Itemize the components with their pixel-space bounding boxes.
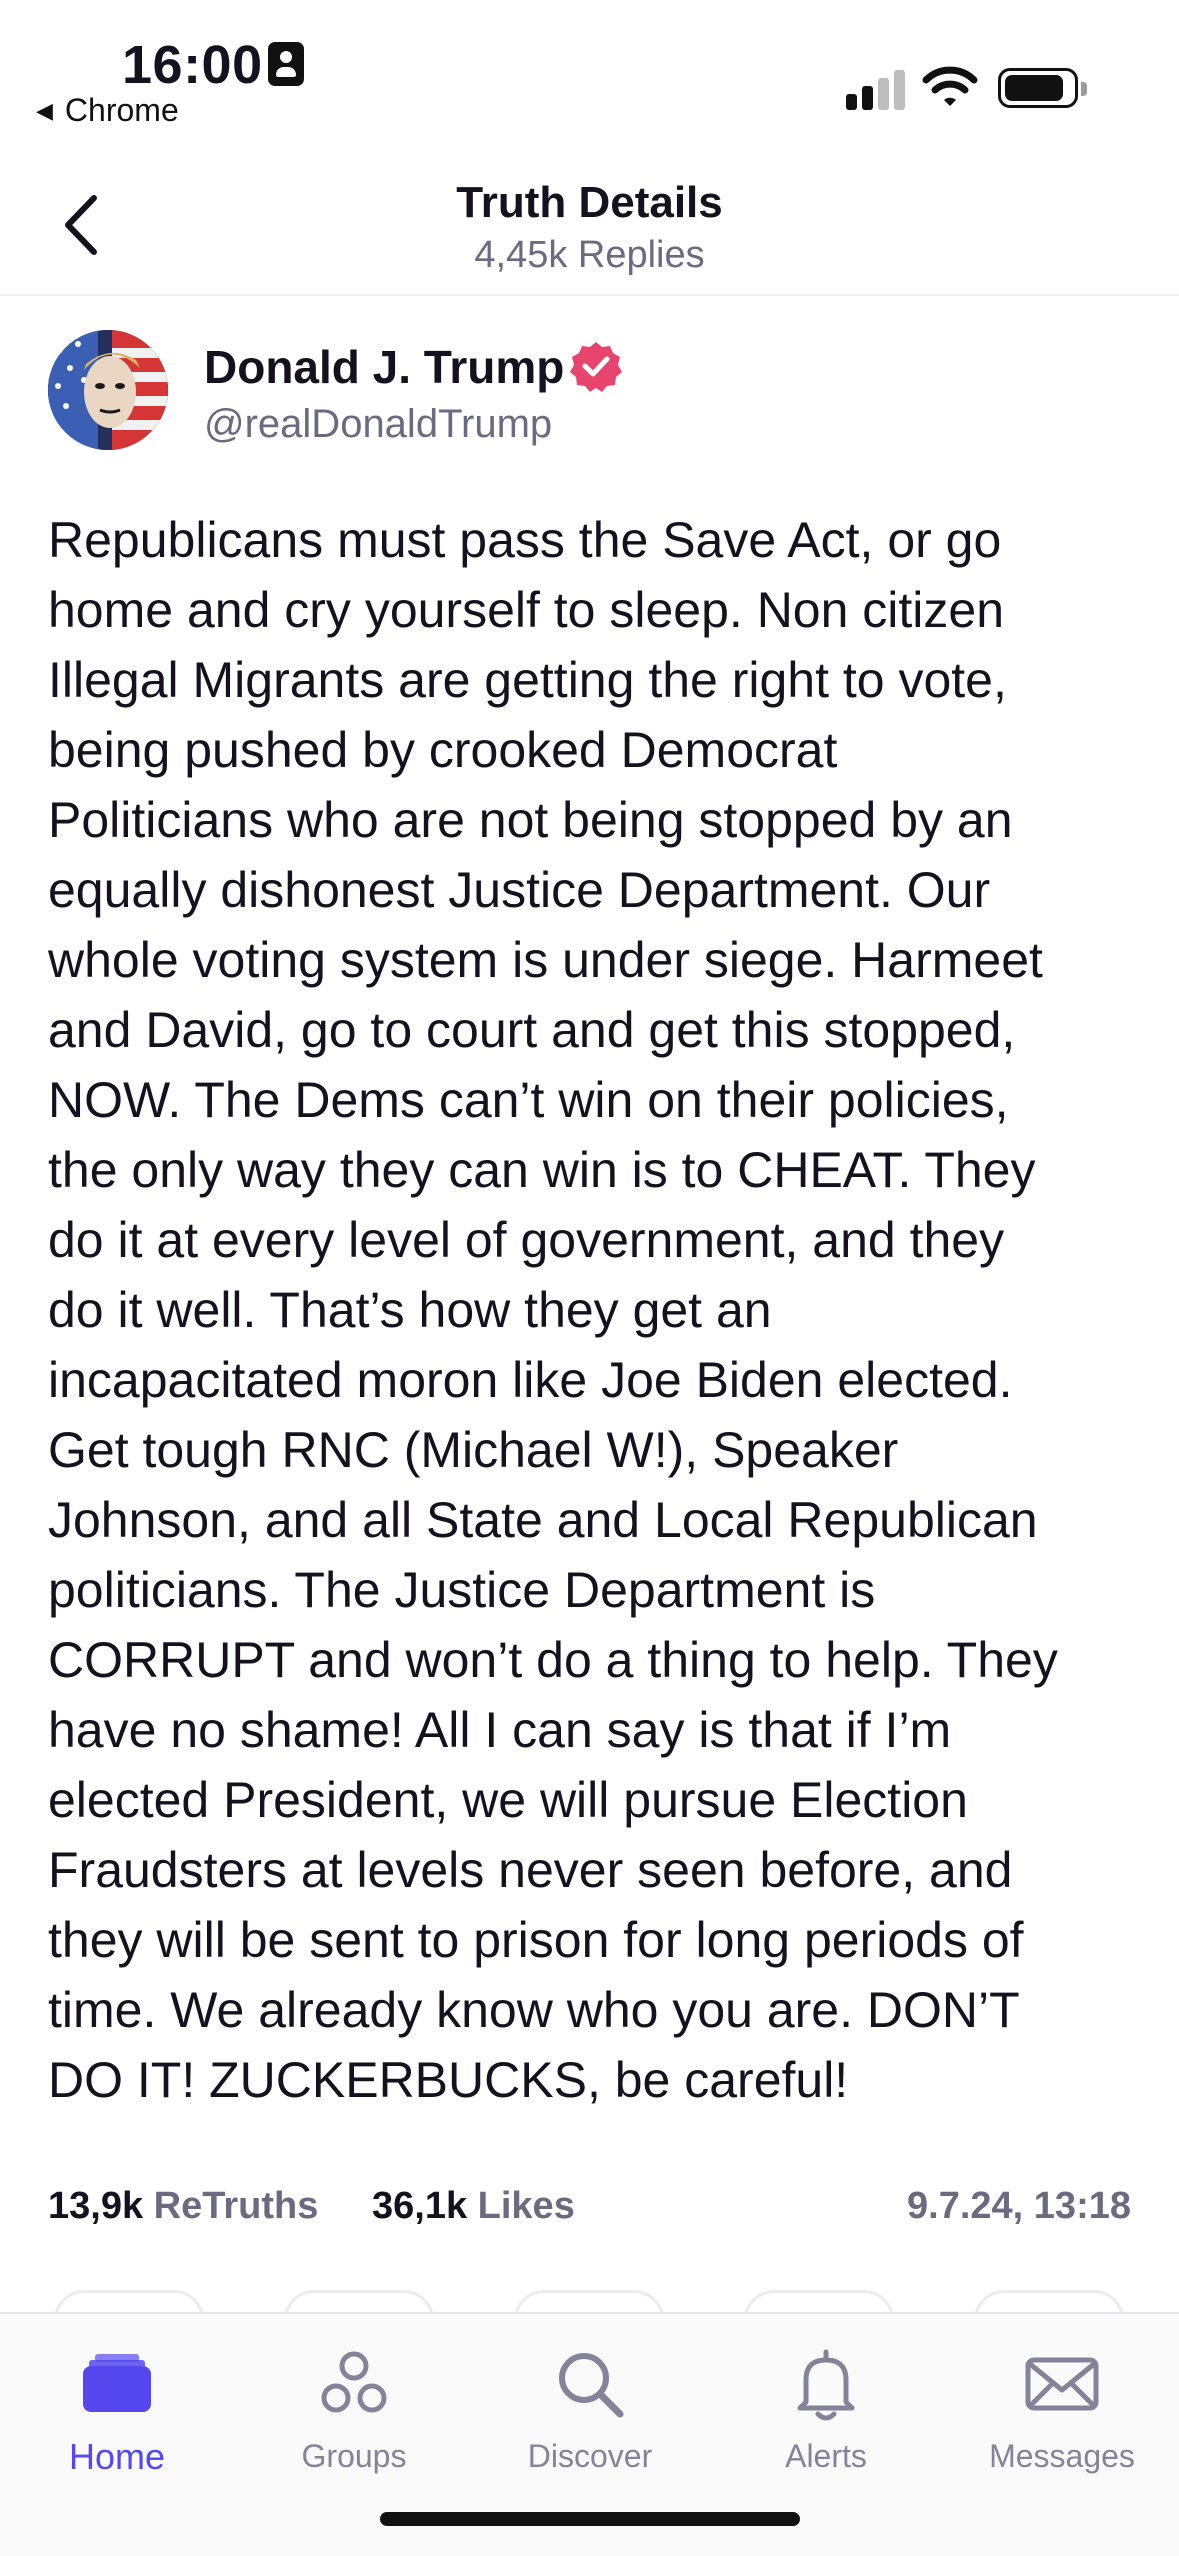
tab-groups[interactable]: Groups bbox=[254, 2344, 454, 2475]
avatar-image bbox=[48, 330, 168, 450]
retruths-count: 13,9k bbox=[48, 2185, 144, 2227]
contact-card-icon bbox=[268, 42, 304, 86]
tab-home[interactable]: Home bbox=[17, 2344, 217, 2478]
post-text: Republicans must pass the Save Act, or g… bbox=[48, 512, 1058, 2108]
retruths-stat[interactable]: 13,9k ReTruths bbox=[48, 2185, 318, 2228]
avatar[interactable] bbox=[48, 330, 168, 450]
battery-fill bbox=[1005, 75, 1063, 101]
search-icon bbox=[559, 2353, 624, 2418]
envelope-icon bbox=[1025, 2357, 1099, 2411]
battery-icon bbox=[998, 68, 1087, 108]
tab-messages[interactable]: Messages bbox=[962, 2344, 1162, 2475]
retruths-label: ReTruths bbox=[153, 2185, 319, 2227]
status-time: 16:00 bbox=[122, 35, 263, 95]
replies-count[interactable]: 4,45k Replies bbox=[0, 234, 1179, 277]
back-to-app-link[interactable]: ◀ Chrome bbox=[36, 92, 179, 129]
likes-count: 36,1k bbox=[372, 2185, 468, 2227]
tab-home-label: Home bbox=[68, 2436, 166, 2477]
groups-icon bbox=[321, 2351, 387, 2413]
likes-label: Likes bbox=[477, 2185, 575, 2227]
cellular-signal-icon bbox=[846, 68, 906, 110]
tab-alerts[interactable]: Alerts bbox=[726, 2344, 926, 2475]
home-stack-icon bbox=[83, 2354, 151, 2412]
tab-discover[interactable]: Discover bbox=[490, 2344, 690, 2475]
bell-icon bbox=[797, 2349, 855, 2421]
page-title: Truth Details bbox=[456, 178, 723, 227]
header: Truth Details 4,45k Replies bbox=[0, 150, 1179, 296]
back-triangle-icon: ◀ bbox=[36, 97, 53, 123]
likes-stat[interactable]: 36,1k Likes bbox=[372, 2185, 575, 2228]
tab-messages-label: Messages bbox=[989, 2438, 1135, 2474]
tab-alerts-label: Alerts bbox=[785, 2438, 867, 2474]
post-timestamp: 9.7.24, 13:18 bbox=[907, 2185, 1131, 2227]
author-handle[interactable]: @realDonaldTrump bbox=[204, 402, 552, 447]
tab-discover-label: Discover bbox=[527, 2438, 653, 2474]
status-bar: 16:00 ◀ Chrome bbox=[0, 0, 1179, 150]
back-app-label: Chrome bbox=[64, 92, 179, 128]
home-indicator[interactable] bbox=[380, 2512, 800, 2526]
author-name[interactable]: Donald J. Trump bbox=[204, 340, 564, 394]
post-stats: 13,9k ReTruths 36,1k Likes 9.7.24, 13:18 bbox=[48, 2185, 1131, 2239]
wifi-icon bbox=[922, 66, 978, 106]
tab-groups-label: Groups bbox=[301, 2438, 407, 2474]
verified-badge-icon bbox=[570, 342, 622, 392]
